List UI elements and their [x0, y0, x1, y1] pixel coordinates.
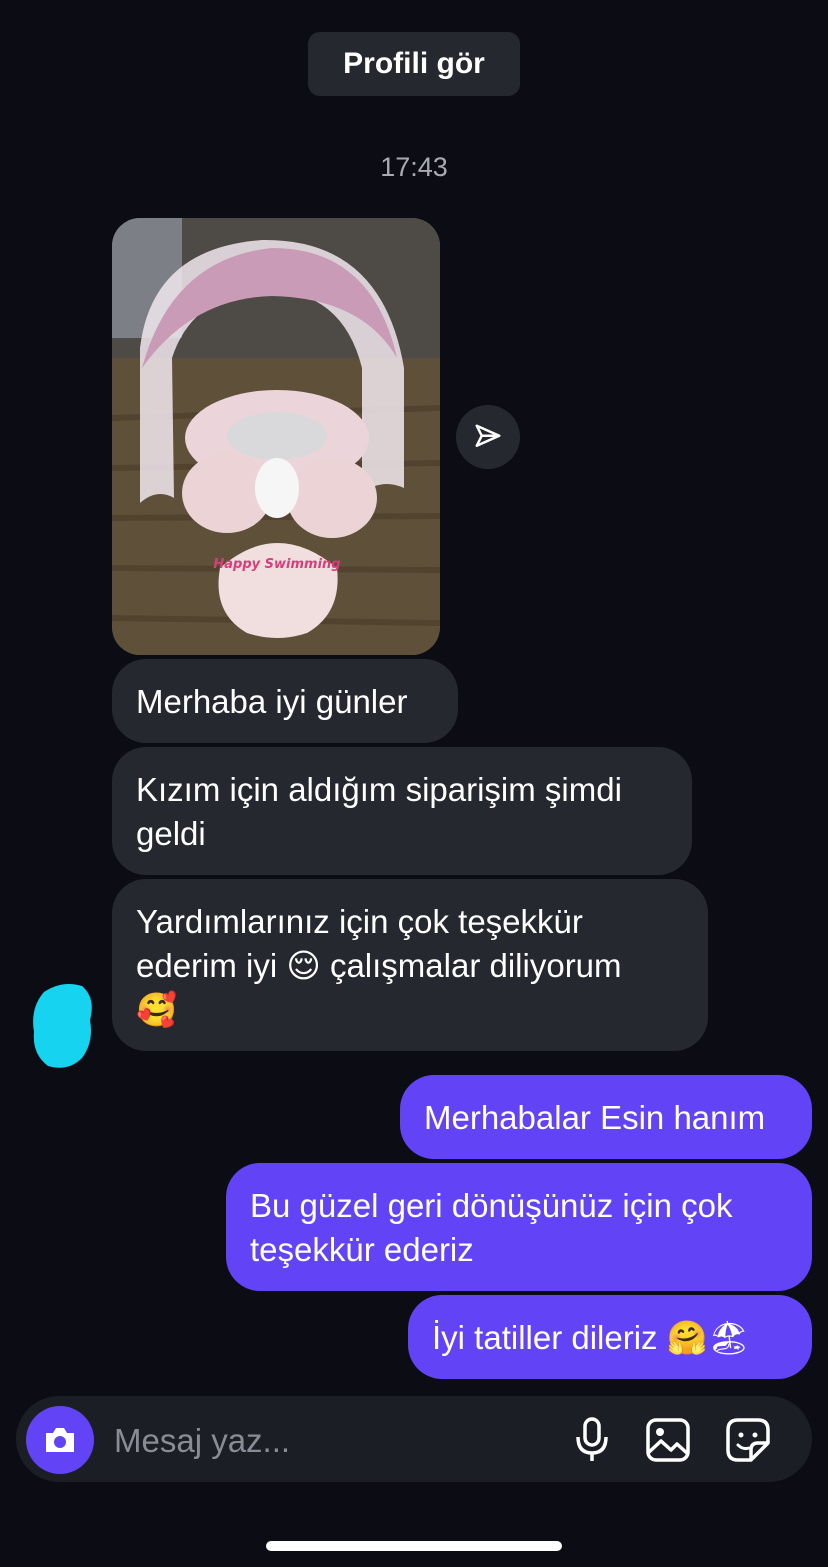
sticker-button[interactable] [722, 1414, 774, 1466]
sticker-icon [726, 1418, 770, 1462]
message-text-continued: çalışmalar diliyorum [320, 947, 622, 984]
voice-message-button[interactable] [566, 1414, 618, 1466]
outgoing-message[interactable]: Merhabalar Esin hanım [400, 1075, 812, 1159]
gallery-icon [646, 1418, 690, 1462]
message-input[interactable] [112, 1412, 556, 1470]
send-icon [475, 424, 501, 447]
relieved-face-emoji: 😌 [286, 946, 321, 985]
beach-umbrella-emoji: 🏖 [707, 1318, 750, 1357]
message-text: İyi tatiller dileriz [432, 1319, 667, 1356]
incoming-message[interactable]: Kızım için aldığım siparişim şimdi geldi [112, 747, 692, 875]
incoming-message[interactable]: Merhaba iyi günler [112, 659, 458, 743]
home-indicator [266, 1541, 562, 1551]
message-text: Merhaba iyi günler [136, 683, 408, 720]
message-text: Merhabalar Esin hanım [424, 1099, 766, 1136]
photo-message[interactable]: Happy Swimming [112, 218, 440, 655]
smiling-face-hearts-emoji: 🥰 [136, 990, 178, 1029]
outgoing-message[interactable]: Bu güzel geri dönüşünüz için çok teşekkü… [226, 1163, 812, 1291]
camera-button[interactable] [26, 1406, 94, 1474]
avatar[interactable] [30, 980, 94, 1070]
message-text: Bu güzel geri dönüşünüz için çok teşekkü… [250, 1187, 733, 1268]
incoming-message[interactable]: Yardımlarınız için çok teşekkür ederim i… [112, 879, 708, 1051]
microphone-icon [576, 1417, 608, 1461]
photo-caption: Happy Swimming [213, 557, 340, 572]
message-timestamp: 17:43 [380, 152, 448, 182]
camera-icon [46, 1428, 74, 1452]
share-photo-button[interactable] [456, 405, 520, 469]
gallery-button[interactable] [642, 1414, 694, 1466]
view-profile-button[interactable]: Profili gör [308, 32, 520, 96]
float-ring-photo: Happy Swimming [112, 218, 440, 655]
message-text: Kızım için aldığım siparişim şimdi geldi [136, 771, 622, 852]
outgoing-message[interactable]: İyi tatiller dileriz 🤗🏖 [408, 1295, 812, 1379]
hugging-face-emoji: 🤗 [666, 1318, 708, 1357]
